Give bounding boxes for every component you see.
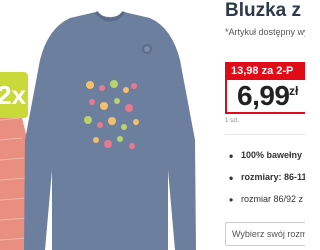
current-price: 6,99 [237, 80, 290, 111]
price-currency: zł [289, 84, 299, 98]
product-title: Bluzka z d [225, 0, 305, 21]
quantity-badge: 2x [0, 72, 28, 118]
size-select-button[interactable]: Wybierz swój rozmiar [225, 222, 305, 246]
availability-note: *Artykuł dostępny wył sztuki. [225, 27, 305, 37]
blue-shirt [24, 10, 196, 250]
price-box: 6,99 zł [225, 80, 305, 114]
feature-list: 100% bawełny rozmiary: 86-116 rozmiar 86… [229, 149, 305, 216]
product-info-panel: Bluzka z d *Artykuł dostępny wył sztuki.… [215, 0, 305, 250]
feature-item: rozmiar 86/92 z za [229, 193, 305, 207]
price-unit: 1 szt. [225, 118, 240, 124]
promo-price-banner: 13,98 za 2-P [225, 62, 305, 80]
feature-item: 100% bawełny [229, 149, 305, 163]
product-image[interactable]: 2x [0, 0, 210, 250]
feature-item: rozmiary: 86-116 [229, 171, 305, 185]
divider [225, 134, 305, 135]
product-illustration [0, 10, 196, 250]
